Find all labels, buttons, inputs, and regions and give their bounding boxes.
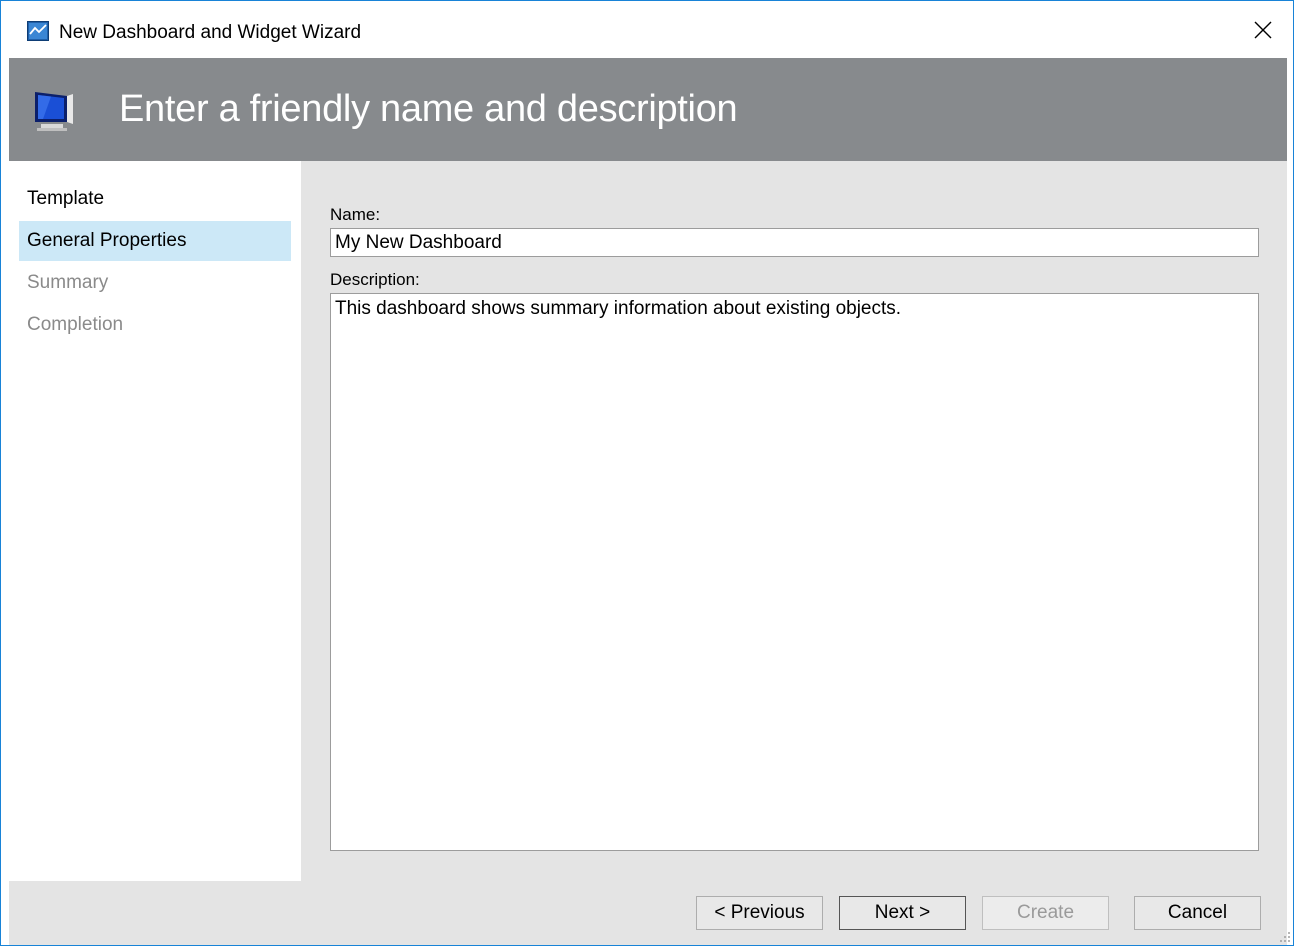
description-input[interactable]: This dashboard shows summary information… — [330, 293, 1259, 851]
steps-sidebar: Template General Properties Summary Comp… — [9, 161, 301, 881]
name-input[interactable] — [330, 228, 1259, 257]
window-title: New Dashboard and Widget Wizard — [59, 22, 362, 43]
description-label: Description: — [330, 270, 420, 289]
wizard-header: Enter a friendly name and description — [9, 58, 1287, 161]
step-completion: Completion — [27, 314, 124, 335]
step-summary: Summary — [27, 272, 109, 293]
create-button: Create — [982, 896, 1109, 930]
page-title: Enter a friendly name and description — [119, 88, 738, 130]
wizard-body: Template General Properties Summary Comp… — [9, 161, 1287, 945]
previous-button[interactable]: < Previous — [696, 896, 823, 930]
title-bar[interactable]: New Dashboard and Widget Wizard — [1, 1, 1293, 58]
next-button[interactable]: Next > — [839, 896, 966, 930]
monitor-icon — [35, 92, 73, 131]
dashboard-app-icon — [27, 21, 49, 41]
close-icon — [1254, 21, 1272, 39]
wizard-window: New Dashboard and Widget Wizard Enter a … — [0, 0, 1294, 946]
cancel-button[interactable]: Cancel — [1134, 896, 1261, 930]
close-button[interactable] — [1233, 5, 1293, 55]
name-label: Name: — [330, 205, 381, 224]
resize-grip-icon[interactable] — [1277, 929, 1291, 943]
step-template[interactable]: Template — [19, 179, 291, 219]
step-general-properties[interactable]: General Properties — [19, 221, 291, 261]
